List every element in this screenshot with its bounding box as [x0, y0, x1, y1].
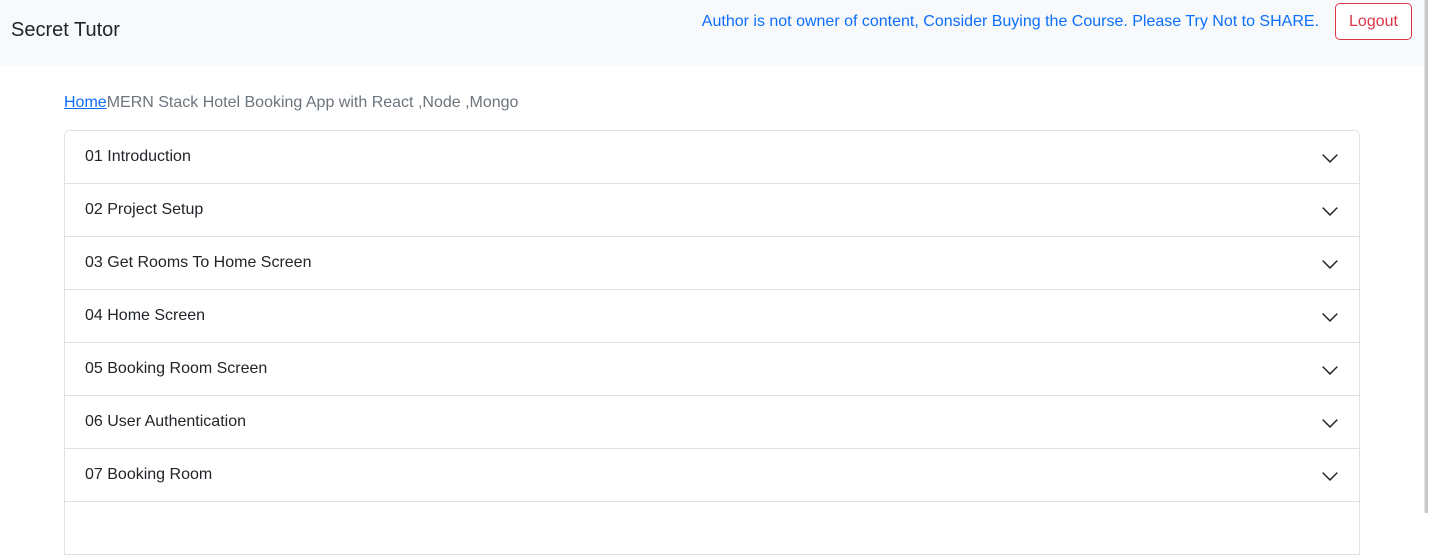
accordion-item-project-setup[interactable]: 02 Project Setup: [65, 184, 1359, 237]
accordion-item-get-rooms[interactable]: 03 Get Rooms To Home Screen: [65, 237, 1359, 290]
chevron-down-icon: [1322, 207, 1338, 216]
chevron-down-icon: [1322, 154, 1338, 163]
scrollbar-thumb[interactable]: [1425, 0, 1428, 513]
chevron-down-icon: [1322, 366, 1338, 375]
accordion-item-label: 01 Introduction: [85, 148, 191, 165]
breadcrumb-current: MERN Stack Hotel Booking App with React …: [106, 94, 519, 111]
accordion-item-booking-room[interactable]: 07 Booking Room: [65, 449, 1359, 502]
accordion-item-label: 03 Get Rooms To Home Screen: [85, 254, 312, 271]
accordion-item-introduction[interactable]: 01 Introduction: [65, 131, 1359, 184]
chevron-down-icon: [1322, 260, 1338, 269]
accordion-item-booking-room-screen[interactable]: 05 Booking Room Screen: [65, 343, 1359, 396]
breadcrumb: HomeMERN Stack Hotel Booking App with Re…: [64, 93, 518, 113]
breadcrumb-home-link[interactable]: Home: [64, 94, 107, 111]
chevron-down-icon: [1322, 472, 1338, 481]
accordion-item-label: 02 Project Setup: [85, 201, 204, 218]
copyright-notice: Author is not owner of content, Consider…: [701, 13, 1319, 30]
top-navbar: Secret Tutor Author is not owner of cont…: [0, 0, 1424, 66]
logout-button[interactable]: Logout: [1335, 3, 1412, 40]
accordion-item-label: 06 User Authentication: [85, 413, 246, 430]
accordion-item-next[interactable]: [65, 502, 1359, 555]
accordion-item-user-authentication[interactable]: 06 User Authentication: [65, 396, 1359, 449]
brand-title[interactable]: Secret Tutor: [11, 18, 120, 42]
accordion-item-label: 07 Booking Room: [85, 466, 213, 483]
chevron-down-icon: [1322, 313, 1338, 322]
accordion-item-label: 04 Home Screen: [85, 307, 206, 324]
accordion-item-label: 05 Booking Room Screen: [85, 360, 268, 377]
chevron-down-icon: [1322, 419, 1338, 428]
course-sections-accordion: 01 Introduction 02 Project Setup 03 Get …: [64, 130, 1360, 555]
accordion-item-home-screen[interactable]: 04 Home Screen: [65, 290, 1359, 343]
